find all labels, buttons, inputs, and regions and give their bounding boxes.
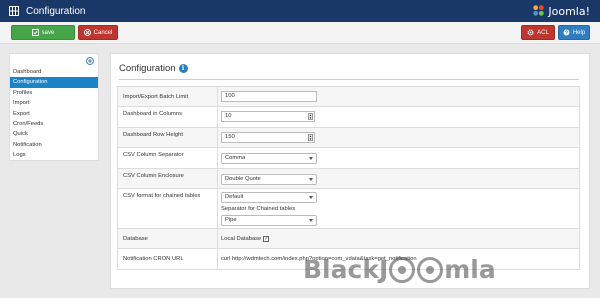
database-checkbox[interactable]: ✓ [263, 236, 270, 242]
chevron-down-icon [309, 178, 313, 181]
joomla-brand[interactable]: Joomla! [532, 4, 590, 19]
page-title: Configuration i [119, 63, 188, 74]
info-icon[interactable]: i [178, 64, 188, 73]
sidebar-item-profiles[interactable]: Profiles [10, 88, 98, 98]
form-row-csv-separator: CSV Column Separator Comma [118, 148, 579, 169]
chained-separator-select[interactable]: Pipe [221, 215, 317, 226]
chevron-down-icon [309, 219, 313, 222]
database-option[interactable]: Local Database ✓ [221, 236, 270, 242]
main-panel: Configuration i Import/Export Batch Limi… [110, 53, 590, 289]
add-circle-icon[interactable] [86, 57, 94, 65]
csv-enclosure-select[interactable]: Double Quote [221, 174, 317, 185]
form-row-csv-enclosure: CSV Column Enclosure Double Quote [118, 169, 579, 189]
page-header-title: Configuration [26, 5, 86, 17]
sidebar: Dashboard Configuration Profiles Import … [9, 53, 99, 161]
field-label: Import/Export Batch Limit [118, 87, 218, 106]
sidebar-item-import[interactable]: Import [10, 98, 98, 108]
cancel-label: Cancel [93, 29, 113, 36]
form-row-chained-format: CSV format for chained tables Default Se… [118, 189, 579, 229]
dashboard-columns-stepper[interactable]: 10 ▲ ▼ [221, 111, 315, 122]
database-value: Local Database [221, 236, 262, 242]
save-icon [31, 29, 39, 36]
form-row-dashboard-columns: Dashboard in Columns 10 ▲ ▼ [118, 107, 579, 128]
field-label: CSV format for chained tables [118, 189, 218, 228]
sidebar-menu: Dashboard Configuration Profiles Import … [10, 67, 98, 161]
question-icon: ? [563, 29, 570, 36]
sidebar-item-export[interactable]: Export [10, 109, 98, 119]
sidebar-item-cron-feeds[interactable]: Cron/Feeds [10, 119, 98, 129]
acl-button[interactable]: ACL [521, 25, 555, 40]
chained-format-value: Default [225, 194, 244, 200]
toolbar: save Cancel ACL ? Help [0, 22, 600, 44]
form-row-database: Database Local Database ✓ [118, 229, 579, 249]
cron-url-text: curl http://wdmtech.com/index.php?option… [221, 256, 417, 262]
csv-separator-value: Comma [225, 155, 246, 161]
sidebar-item-quick[interactable]: Quick [10, 129, 98, 139]
joomla-logo-icon [532, 4, 545, 19]
csv-separator-select[interactable]: Comma [221, 153, 317, 164]
field-label: CSV Column Enclosure [118, 169, 218, 188]
joomla-brand-text: Joomla! [548, 5, 590, 18]
dashboard-columns-value: 10 [225, 113, 232, 119]
help-label: Help [572, 29, 586, 36]
field-label: Dashboard Row Height [118, 128, 218, 147]
svg-text:?: ? [565, 31, 568, 37]
chevron-down-icon [309, 196, 313, 199]
config-form: Import/Export Batch Limit 100 Dashboard … [117, 86, 580, 270]
batch-limit-input[interactable]: 100 [221, 91, 317, 102]
chained-separator-label: Separator for Chained tables [221, 206, 296, 212]
chevron-down-icon [309, 157, 313, 160]
gear-icon [527, 29, 534, 36]
stepper-arrows-icon[interactable]: ▲ ▼ [308, 134, 313, 141]
field-label: CSV Column Separator [118, 148, 218, 168]
chained-separator-value: Pipe [225, 217, 237, 223]
cancel-icon [83, 29, 91, 36]
stepper-arrows-icon[interactable]: ▲ ▼ [308, 113, 313, 120]
chained-format-select[interactable]: Default [221, 192, 317, 203]
field-label: Notification CRON URL [118, 249, 218, 269]
form-row-dashboard-row-height: Dashboard Row Height 150 ▲ ▼ [118, 128, 579, 148]
field-label: Database [118, 229, 218, 248]
save-label: save [41, 29, 55, 36]
page-title-text: Configuration [119, 63, 176, 74]
form-row-batch-limit: Import/Export Batch Limit 100 [118, 87, 579, 107]
field-label: Dashboard in Columns [118, 107, 218, 127]
csv-enclosure-value: Double Quote [225, 176, 261, 182]
sidebar-item-notification[interactable]: Notification [10, 140, 98, 150]
dashboard-row-height-stepper[interactable]: 150 ▲ ▼ [221, 132, 315, 143]
cancel-button[interactable]: Cancel [78, 25, 118, 40]
save-button[interactable]: save [11, 25, 75, 40]
sidebar-item-logs[interactable]: Logs [10, 150, 98, 160]
top-header-bar: Configuration Joomla! [0, 0, 600, 22]
form-row-cron-url: Notification CRON URL curl http://wdmtec… [118, 249, 579, 269]
sidebar-item-configuration[interactable]: Configuration [10, 77, 98, 88]
sidebar-item-dashboard[interactable]: Dashboard [10, 67, 98, 77]
help-button[interactable]: ? Help [558, 25, 590, 40]
title-divider [119, 79, 579, 80]
dashboard-row-height-value: 150 [225, 134, 235, 140]
config-grid-icon [8, 5, 20, 17]
acl-label: ACL [537, 29, 549, 36]
